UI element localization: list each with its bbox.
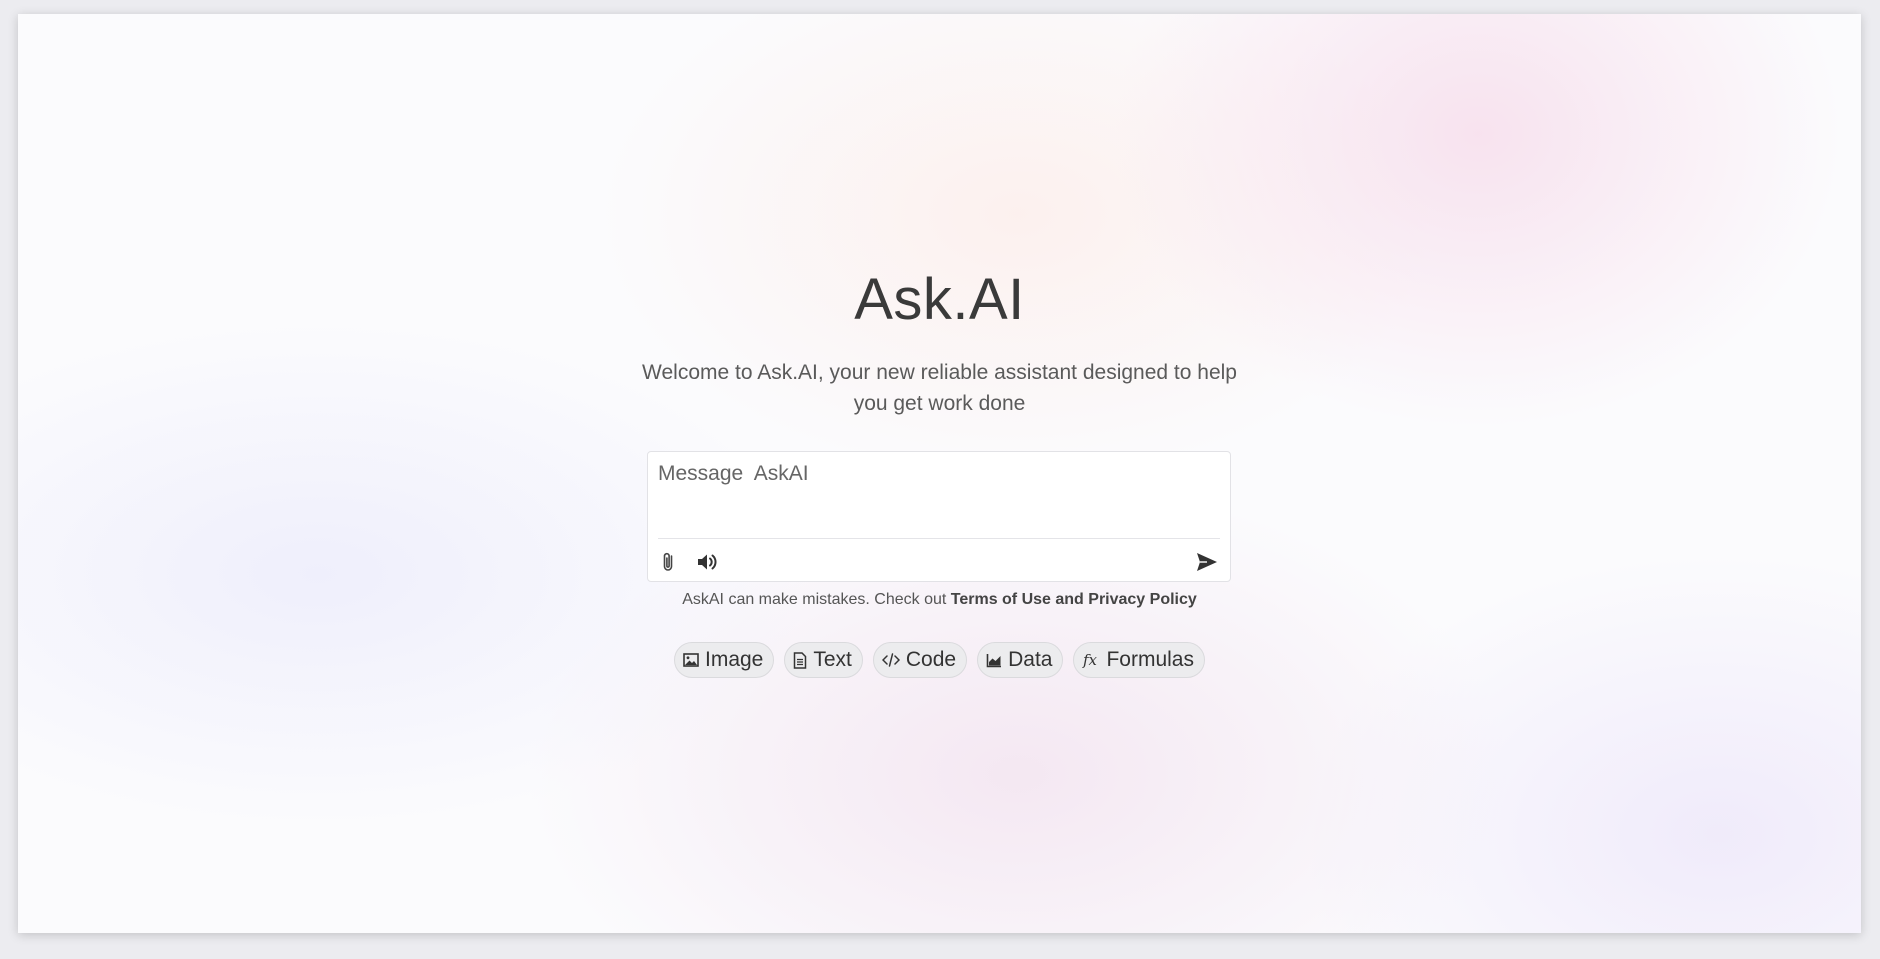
code-icon xyxy=(881,653,900,667)
send-button[interactable] xyxy=(1193,548,1221,576)
chip-code[interactable]: Code xyxy=(872,642,968,678)
document-icon xyxy=(794,651,807,669)
chip-label: Image xyxy=(705,648,764,671)
chip-label: Text xyxy=(813,648,852,671)
image-icon xyxy=(683,653,699,667)
composer-divider xyxy=(658,538,1220,539)
terms-link[interactable]: Terms of Use and Privacy Policy xyxy=(951,591,1197,608)
page-subtitle: Welcome to Ask.AI, your new reliable ass… xyxy=(642,361,1237,415)
svg-text:fx: fx xyxy=(1082,651,1098,669)
chip-label: Data xyxy=(1008,648,1053,671)
suggestion-chips: Image Text Code Data fx Formulas xyxy=(18,642,1861,678)
chip-data[interactable]: Data xyxy=(977,642,1064,678)
chip-label: Code xyxy=(905,648,957,671)
paperclip-icon xyxy=(663,552,673,571)
disclaimer: AskAI can make mistakes. Check out Terms… xyxy=(18,591,1861,609)
chip-text[interactable]: Text xyxy=(784,642,863,678)
attach-button[interactable] xyxy=(655,548,683,576)
chip-image[interactable]: Image xyxy=(674,642,775,678)
message-composer xyxy=(647,451,1231,582)
message-input[interactable] xyxy=(658,462,1218,528)
page-title: Ask.AI xyxy=(854,267,1025,332)
function-icon: fx xyxy=(1082,651,1098,669)
chip-label: Formulas xyxy=(1106,648,1194,671)
chart-icon xyxy=(986,653,1002,667)
app-window: Ask.AI Welcome to Ask.AI, your new relia… xyxy=(18,14,1861,933)
send-icon xyxy=(1197,553,1217,571)
disclaimer-text: AskAI can make mistakes. Check out xyxy=(682,591,951,608)
speaker-icon xyxy=(698,554,717,570)
chip-formulas[interactable]: fx Formulas xyxy=(1073,642,1205,678)
voice-button[interactable] xyxy=(693,548,721,576)
